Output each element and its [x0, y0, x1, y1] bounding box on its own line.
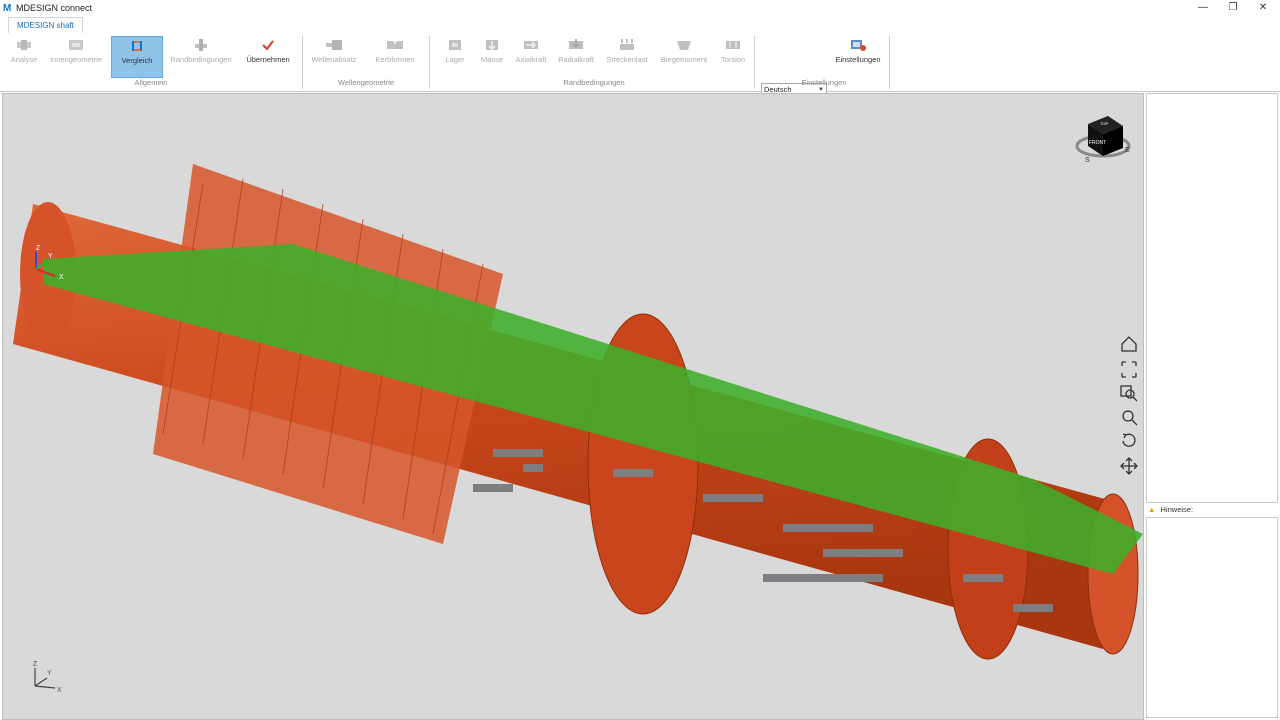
warning-icon: ▲ — [1148, 505, 1156, 514]
axial-force-icon — [524, 41, 538, 49]
einstellungen-label: Einstellungen — [835, 55, 881, 64]
group-separator — [429, 36, 430, 89]
vergleich-label: Vergleich — [121, 56, 153, 65]
title-bar: M MDESIGN connect — ❐ ✕ — [0, 0, 1280, 16]
hinweise-label: Hinweise: — [1160, 505, 1194, 514]
radial-force-icon — [569, 39, 583, 49]
inner-geometry-icon — [69, 40, 83, 50]
wellenabsatz-button[interactable]: Wellenabsatz — [306, 36, 362, 74]
group-label-einstellungen: Einstellungen — [801, 78, 847, 87]
boundary-conditions-icon — [195, 39, 207, 51]
radialkraft-button[interactable]: Radialkraft — [555, 36, 597, 74]
fit-view-icon[interactable] — [1121, 361, 1137, 378]
bearing-icon — [449, 40, 461, 50]
restore-button[interactable]: ❐ — [1218, 0, 1248, 16]
zoom-window-icon[interactable] — [1120, 385, 1138, 402]
home-icon[interactable] — [1121, 336, 1137, 352]
biegemoment-button[interactable]: Biegemoment — [657, 36, 711, 74]
group-separator — [889, 36, 890, 89]
analysis-icon — [17, 40, 31, 50]
uebernehmen-label: Übernehmen — [246, 55, 290, 64]
compare-icon — [132, 41, 142, 51]
streckenlast-button[interactable]: Streckenlast — [602, 36, 652, 74]
checkmark-icon — [262, 40, 274, 51]
hinweise-panel — [1146, 517, 1278, 718]
kerbformen-button[interactable]: Kerbformen — [368, 36, 422, 74]
masse-button[interactable]: Masse — [477, 36, 507, 74]
shaft-model[interactable]: Z Y X Z Y X FRONT TOP S E — [3, 94, 1143, 719]
torsion-icon — [726, 41, 740, 49]
triad-y-label: Y — [47, 670, 52, 677]
innengeometrie-label: Innengeometrie — [49, 55, 103, 64]
tab-row: MDESIGN shaft — [0, 16, 1280, 34]
streckenlast-label: Streckenlast — [606, 55, 648, 64]
zoom-icon[interactable] — [1122, 410, 1138, 426]
origin-axis-y: Y — [48, 253, 53, 260]
wellenabsatz-label: Wellenabsatz — [311, 55, 357, 64]
triad-x-label: X — [57, 687, 62, 694]
compass-south: S — [1085, 157, 1090, 164]
kerbformen-label: Kerbformen — [375, 55, 415, 64]
navigation-toolbar — [1120, 336, 1138, 475]
axis-triad — [34, 668, 56, 689]
compass-east: E — [1125, 147, 1130, 154]
view-cube-front: FRONT — [1089, 140, 1106, 146]
bending-moment-icon — [677, 41, 691, 50]
group-label-wellengeometrie: Wellengeometrie — [337, 78, 395, 87]
randbedingungen-label: Randbedingungen — [170, 55, 232, 64]
notch-icon — [387, 41, 403, 49]
analyse-label: Analyse — [10, 55, 38, 64]
mass-icon — [486, 40, 498, 51]
group-label-allgemein: Allgemein — [134, 78, 168, 87]
biegemoment-label: Biegemoment — [660, 55, 708, 64]
minimize-button[interactable]: — — [1188, 0, 1218, 16]
window-title: MDESIGN connect — [16, 3, 93, 13]
innengeometrie-button[interactable]: Innengeometrie — [47, 36, 105, 74]
einstellungen-button[interactable]: Einstellungen — [832, 36, 884, 74]
view-cube[interactable]: FRONT TOP S E — [1075, 116, 1131, 164]
settings-icon — [851, 40, 866, 51]
masse-label: Masse — [480, 55, 504, 64]
view-cube-top: TOP — [1100, 121, 1108, 126]
torsion-label: Torsion — [720, 55, 746, 64]
rotate-icon[interactable] — [1122, 433, 1136, 447]
close-button[interactable]: ✕ — [1248, 0, 1278, 16]
group-separator — [754, 36, 755, 89]
origin-axis-x: X — [59, 274, 64, 281]
group-separator — [302, 36, 303, 89]
tab-mdesign-shaft[interactable]: MDESIGN shaft — [8, 17, 83, 34]
torsion-button[interactable]: Torsion — [716, 36, 750, 74]
shaft-shoulder-icon — [326, 40, 342, 50]
ribbon: Analyse Innengeometrie Vergleich Randbed… — [0, 33, 1280, 95]
origin-axis-z: Z — [36, 245, 41, 252]
randbedingungen-button[interactable]: Randbedingungen — [166, 36, 236, 74]
lager-label: Lager — [445, 55, 465, 64]
triad-z-label: Z — [33, 661, 38, 668]
radialkraft-label: Radialkraft — [558, 55, 594, 64]
hinweise-header: ▲ Hinweise: — [1146, 505, 1278, 517]
3d-viewport[interactable]: Z Y X Z Y X FRONT TOP S E — [2, 93, 1144, 720]
lager-button[interactable]: Lager — [437, 36, 473, 74]
line-load-icon — [620, 39, 634, 50]
analyse-button[interactable]: Analyse — [5, 36, 43, 74]
group-label-randbedingungen: Randbedingungen — [563, 78, 625, 87]
vergleich-button[interactable]: Vergleich — [111, 36, 163, 78]
pan-icon[interactable] — [1120, 457, 1138, 475]
axialkraft-button[interactable]: Axialkraft — [511, 36, 551, 74]
axialkraft-label: Axialkraft — [515, 55, 547, 64]
property-panel — [1146, 93, 1278, 503]
app-logo: M — [3, 3, 12, 14]
uebernehmen-button[interactable]: Übernehmen — [242, 36, 294, 74]
